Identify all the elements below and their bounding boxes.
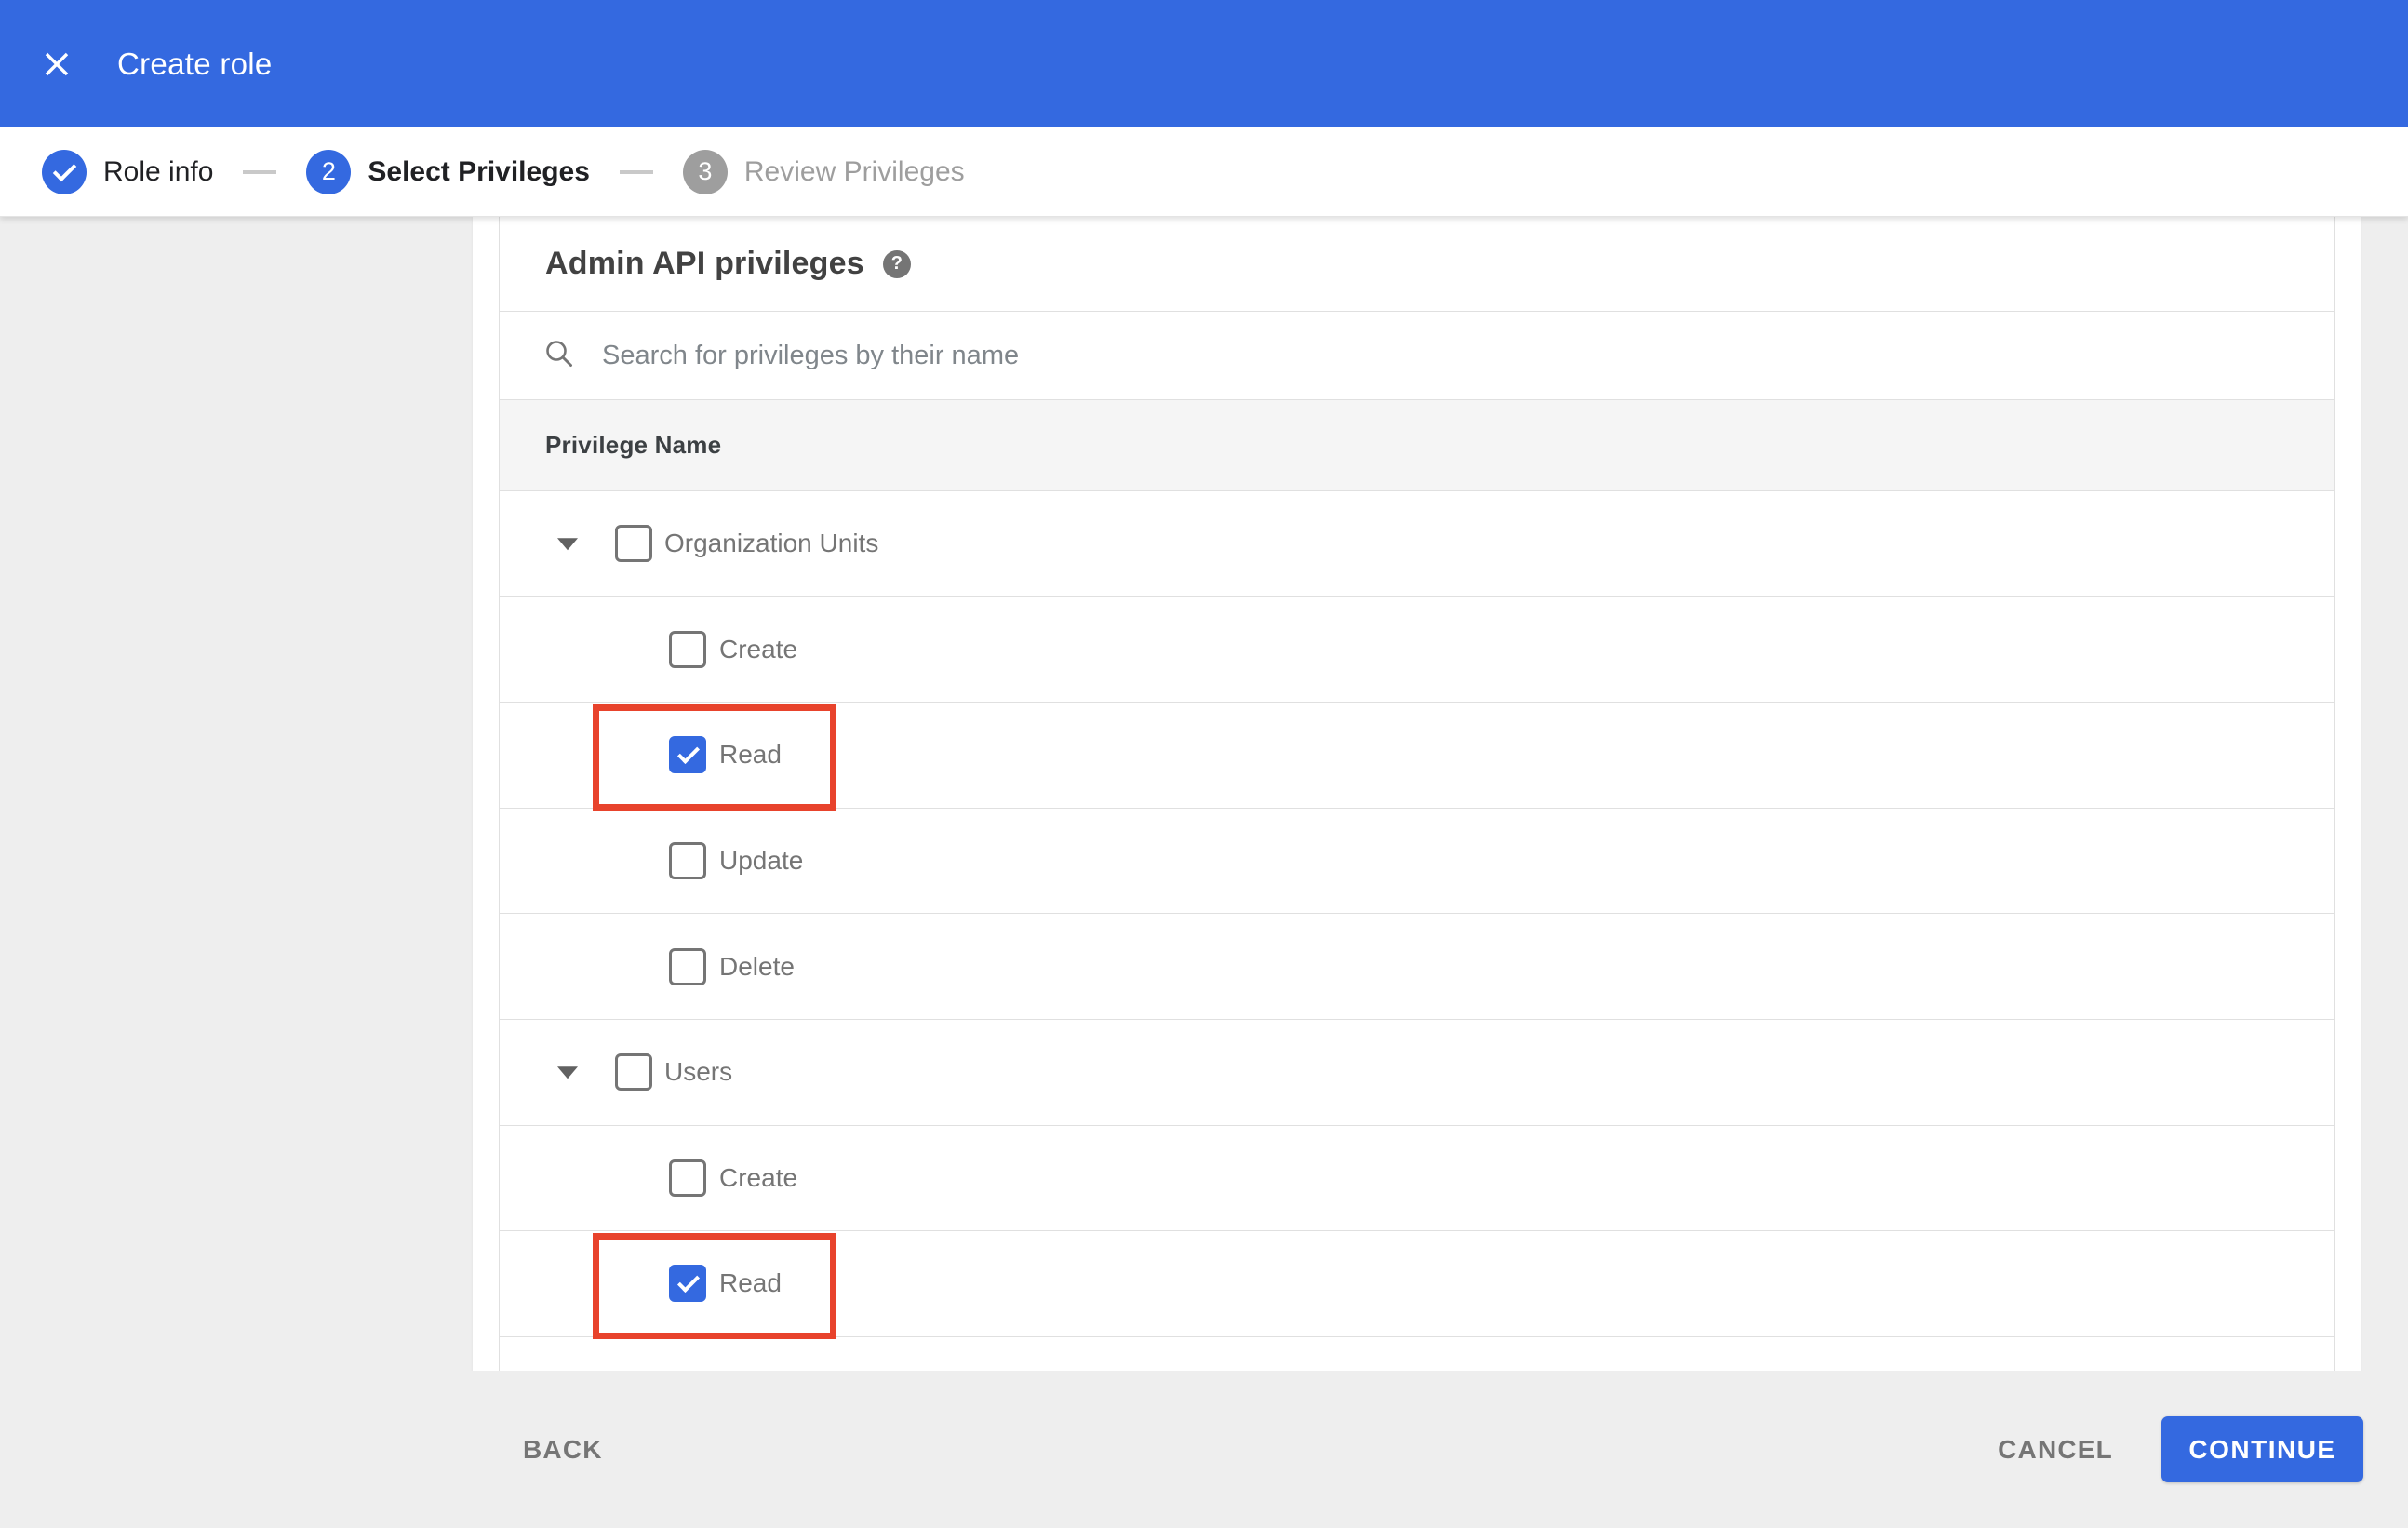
step-connector: [243, 169, 277, 174]
cancel-button[interactable]: CANCEL: [1998, 1435, 2113, 1465]
dialog-footer: BACK CANCEL CONTINUE: [0, 1371, 2408, 1528]
step-3-number: 3: [682, 149, 728, 194]
table-row: Create: [500, 1125, 2334, 1232]
search-icon: [542, 337, 576, 375]
step-review-privileges[interactable]: 3 Review Privileges: [682, 149, 965, 194]
dialog-body: Admin API privileges ? Privilege Name: [0, 217, 2408, 1371]
column-header-privilege-name: Privilege Name: [545, 431, 722, 459]
collapse-arrow-icon[interactable]: [557, 1066, 578, 1079]
help-icon[interactable]: ?: [882, 249, 911, 278]
privilege-checkbox[interactable]: [669, 842, 706, 880]
step-2-number: 2: [306, 149, 352, 194]
dialog-title: Create role: [117, 46, 273, 81]
privilege-search-row: [500, 312, 2334, 400]
privilege-checkbox[interactable]: [669, 947, 706, 985]
step-2-label: Select Privileges: [368, 155, 590, 187]
step-1-label: Role info: [103, 155, 214, 187]
privilege-checkbox[interactable]: [615, 525, 652, 563]
table-row: Users: [500, 1019, 2334, 1126]
back-button[interactable]: BACK: [523, 1435, 603, 1465]
privilege-checkbox[interactable]: [669, 630, 706, 668]
table-row: Organization Units: [500, 491, 2334, 597]
table-row: Read: [500, 703, 2334, 811]
section-title: Admin API privileges: [545, 246, 864, 281]
privilege-checkbox[interactable]: [669, 1159, 706, 1197]
step-role-info[interactable]: Role info: [42, 149, 214, 194]
collapse-arrow-icon[interactable]: [557, 538, 578, 551]
table-header-row: Privilege Name: [500, 400, 2334, 491]
table-row: Update: [500, 808, 2334, 915]
step-select-privileges[interactable]: 2 Select Privileges: [306, 149, 590, 194]
search-input[interactable]: [602, 340, 1998, 371]
privilege-rows: Organization Units Create Read Update De…: [500, 491, 2334, 1340]
table-row: Read: [500, 1231, 2334, 1340]
highlight-annotation-box: [593, 704, 836, 811]
privilege-label: Users: [664, 1057, 733, 1087]
dialog-header: Create role: [0, 0, 2408, 127]
privilege-checkbox[interactable]: [615, 1053, 652, 1092]
step-3-label: Review Privileges: [743, 155, 965, 187]
section-heading-row: Admin API privileges ?: [500, 217, 2334, 312]
privileges-frame: Admin API privileges ? Privilege Name: [499, 217, 2335, 1371]
close-icon[interactable]: [41, 48, 73, 80]
privileges-card: Admin API privileges ? Privilege Name: [473, 217, 2361, 1371]
step-1-check-icon: [42, 149, 87, 194]
highlight-annotation-box: [593, 1233, 836, 1340]
continue-button[interactable]: CONTINUE: [2161, 1416, 2363, 1482]
table-row: Create: [500, 596, 2334, 704]
privilege-label: Update: [719, 846, 804, 876]
privilege-label: Organization Units: [664, 529, 879, 558]
privilege-label: Create: [719, 634, 798, 663]
wizard-stepper: Role info 2 Select Privileges 3 Review P…: [0, 127, 2408, 217]
privilege-label: Create: [719, 1162, 798, 1192]
step-connector: [619, 169, 653, 174]
create-role-dialog: Create role Role info 2 Select Privilege…: [0, 0, 2408, 1528]
table-row: Delete: [500, 914, 2334, 1020]
privilege-label: Delete: [719, 951, 795, 981]
